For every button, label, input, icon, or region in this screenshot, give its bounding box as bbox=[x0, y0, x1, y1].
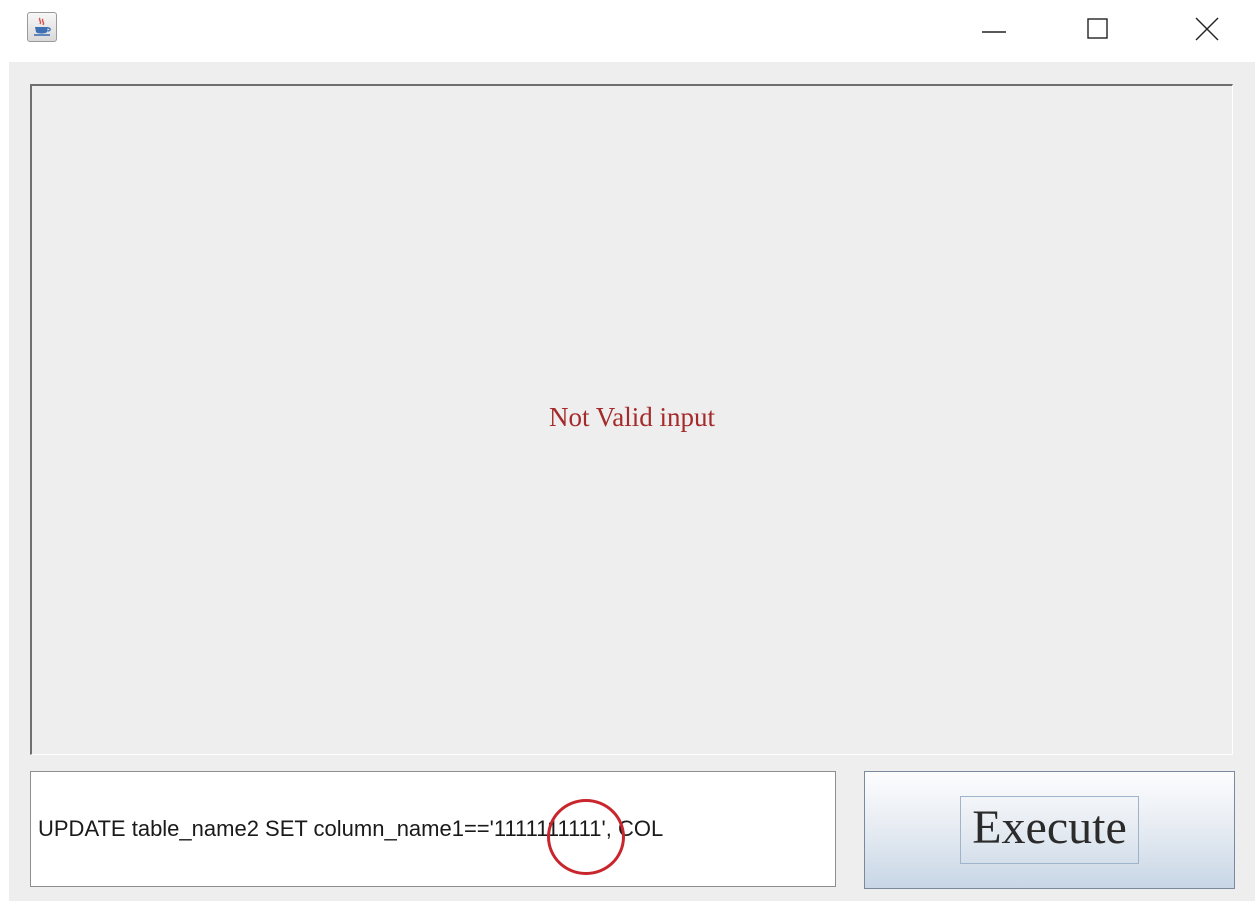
content-pane: Not Valid input Execute bbox=[9, 62, 1255, 901]
minimize-button[interactable] bbox=[964, 0, 1024, 56]
output-panel: Not Valid input bbox=[30, 84, 1233, 755]
close-button[interactable] bbox=[1176, 0, 1236, 56]
minimize-icon bbox=[982, 31, 1006, 33]
close-icon bbox=[1195, 17, 1219, 41]
execute-label: Execute bbox=[972, 801, 1127, 854]
query-input[interactable] bbox=[30, 771, 836, 887]
maximize-button[interactable] bbox=[1068, 0, 1128, 56]
error-message: Not Valid input bbox=[548, 402, 715, 432]
execute-button[interactable]: Execute bbox=[864, 771, 1235, 889]
maximize-icon bbox=[1087, 18, 1108, 39]
app-window: Not Valid input Execute bbox=[0, 0, 1255, 901]
title-bar[interactable] bbox=[0, 0, 1255, 62]
java-coffee-cup-icon[interactable] bbox=[27, 12, 57, 42]
